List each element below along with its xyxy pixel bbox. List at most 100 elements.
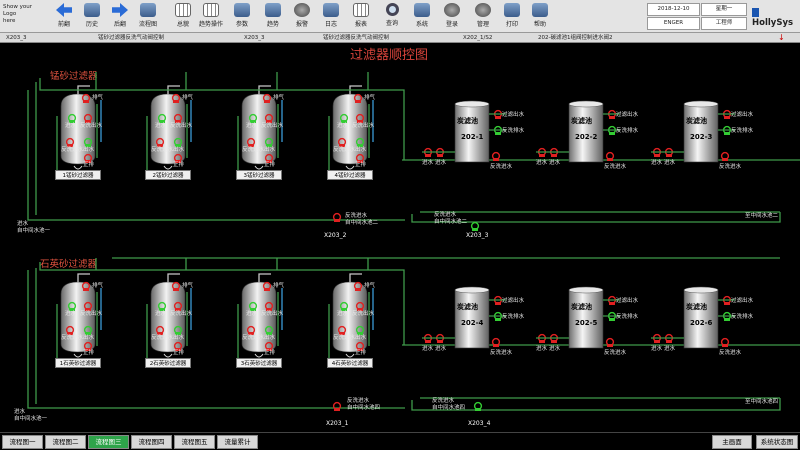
valve-label: 反洗进水 (333, 335, 356, 341)
valve-x203-1[interactable] (332, 401, 342, 411)
toolbar-button-label: 查询 (385, 20, 398, 27)
valve-label: 反洗出水 (170, 311, 193, 317)
valve-inlet-1[interactable] (423, 147, 433, 157)
tab-flowchart-3[interactable]: 流程图三 (88, 435, 129, 449)
tag-x203-4[interactable]: X203_4 (468, 420, 490, 427)
valve-x203-4[interactable] (473, 401, 483, 411)
valve-inlet-2[interactable] (435, 147, 445, 157)
toolbar-button-label: 管理 (476, 21, 489, 28)
valve-backwash-drain[interactable] (722, 311, 732, 321)
toolbar-button-trend[interactable]: 趋势 (257, 3, 289, 30)
valve-label: 反洗排水 (616, 314, 639, 320)
path-item[interactable]: 202-碳滤池1组阀控制进水阀2 (538, 33, 612, 43)
valve-backwash-drain[interactable] (607, 311, 617, 321)
valve-inlet-2[interactable] (549, 333, 559, 343)
valve-inlet-1[interactable] (537, 333, 547, 343)
valve-backwash-drain[interactable] (722, 125, 732, 135)
path-item[interactable]: 锰砂过滤器反洗气动阀控制 (323, 33, 389, 43)
valve-backwash-in[interactable] (605, 151, 615, 161)
backwash-note: 反洗进水 自中间水池二 (345, 213, 379, 226)
path-item[interactable]: X203_3 (6, 33, 27, 43)
tab-flowchart-6[interactable]: 流量累计 (217, 435, 258, 449)
valve-inlet-1[interactable] (652, 333, 662, 343)
valve-backwash-in[interactable] (491, 151, 501, 161)
valve-inlet-2[interactable] (435, 333, 445, 343)
valve-backwash-drain[interactable] (493, 125, 503, 135)
valve-label: 反洗排水 (616, 128, 639, 134)
valve-filter-out[interactable] (722, 109, 732, 119)
valve-filter-out[interactable] (722, 295, 732, 305)
toolbar-button-flowchart[interactable]: 流程图 (132, 3, 164, 30)
tab-flowchart-1[interactable]: 流程图一 (2, 435, 43, 449)
vessel-bottom (254, 353, 264, 358)
valve-filter-out[interactable] (493, 109, 503, 119)
tank-top (683, 100, 719, 108)
tab-flowchart-2[interactable]: 流程图二 (45, 435, 86, 449)
path-item[interactable]: X203_3 (244, 33, 265, 43)
valve-backwash-drain[interactable] (607, 125, 617, 135)
toolbar-button-report[interactable]: 报表 (345, 3, 377, 30)
tank-top (683, 286, 719, 294)
tab-flowchart-4[interactable]: 流程图四 (131, 435, 172, 449)
valve-label: 反洗出水 (80, 123, 103, 129)
valve-inlet-1[interactable] (537, 147, 547, 157)
valve-x203-2[interactable] (332, 212, 342, 222)
forward-arrow-icon (112, 3, 128, 17)
valve-filter-out[interactable] (607, 295, 617, 305)
vent-pipe (167, 273, 180, 282)
toolbar-button-label: 打印 (505, 21, 518, 28)
tag-x203-1[interactable]: X203_1 (326, 420, 348, 427)
valve-backwash-in[interactable] (605, 337, 615, 347)
valve-label: 正排 (83, 162, 95, 168)
toolbar-button-trend-op[interactable]: 趋势操作 (195, 3, 227, 30)
valve-filter-out[interactable] (607, 109, 617, 119)
help-icon (532, 3, 548, 17)
valve-label: 反洗出水 (261, 123, 284, 129)
valve-inlet-1[interactable] (652, 147, 662, 157)
valve-inlet-1[interactable] (423, 333, 433, 343)
log-icon (323, 3, 339, 17)
tab-main-screen[interactable]: 主画面 (712, 435, 752, 449)
toolbar-button-query[interactable]: 查询 (376, 3, 408, 30)
valve-label: 排气 (92, 283, 104, 289)
valve-filter-out[interactable] (493, 295, 503, 305)
valve-backwash-in[interactable] (720, 151, 730, 161)
path-item[interactable]: 锰砂过滤器反洗气动阀控制 (98, 33, 164, 43)
valve-label: 出水 (264, 335, 276, 341)
toolbar-button-log[interactable]: 日志 (315, 3, 347, 30)
valve-label: 反洗出水 (352, 123, 375, 129)
valve-label: 反洗出水 (352, 311, 375, 317)
toolbar-button-label: 流程图 (138, 21, 157, 28)
tag-x203-3[interactable]: X203_3 (466, 232, 488, 239)
backwash-note: 反洗进水 自中间水池四 (432, 398, 466, 411)
toolbar-button-login[interactable]: 登录 (436, 3, 468, 30)
valve-label: 进水 (549, 160, 561, 166)
valve-inlet-2[interactable] (549, 147, 559, 157)
toolbar-button-manage[interactable]: 管理 (467, 3, 499, 30)
valve-label: 进水 (651, 160, 663, 166)
path-item[interactable]: X202_1/S2 (463, 33, 492, 43)
alarm-icon (294, 3, 310, 17)
cursor-icon: ↓ (778, 33, 785, 42)
toolbar-button-parameter[interactable]: 参数 (226, 3, 258, 30)
valve-label: 反洗进水 (61, 335, 84, 341)
valve-backwash-in[interactable] (491, 337, 501, 347)
vessel-bottom (73, 165, 83, 170)
valve-backwash-in[interactable] (720, 337, 730, 347)
valve-label: 进水 (664, 346, 676, 352)
toolbar-button-help[interactable]: 帮助 (524, 3, 556, 30)
tab-system-status[interactable]: 系统状态图 (756, 435, 798, 449)
valve-inlet-2[interactable] (664, 147, 674, 157)
tab-flowchart-5[interactable]: 流程图五 (174, 435, 215, 449)
valve-inlet-2[interactable] (664, 333, 674, 343)
toolbar-button-system[interactable]: 系统 (406, 3, 438, 30)
pipe (411, 398, 781, 411)
valve-label: 反洗进水 (719, 164, 742, 170)
vent-pipe (258, 273, 271, 282)
valve-label: 过滤出水 (502, 112, 525, 118)
valve-backwash-drain[interactable] (493, 311, 503, 321)
mn-filter-name-3: 3锰砂过滤器 (236, 170, 282, 180)
tag-x203-2[interactable]: X203_2 (324, 232, 346, 239)
toolbar-button-alarm[interactable]: 报警 (286, 3, 318, 30)
valve-x203-3[interactable] (470, 221, 480, 231)
